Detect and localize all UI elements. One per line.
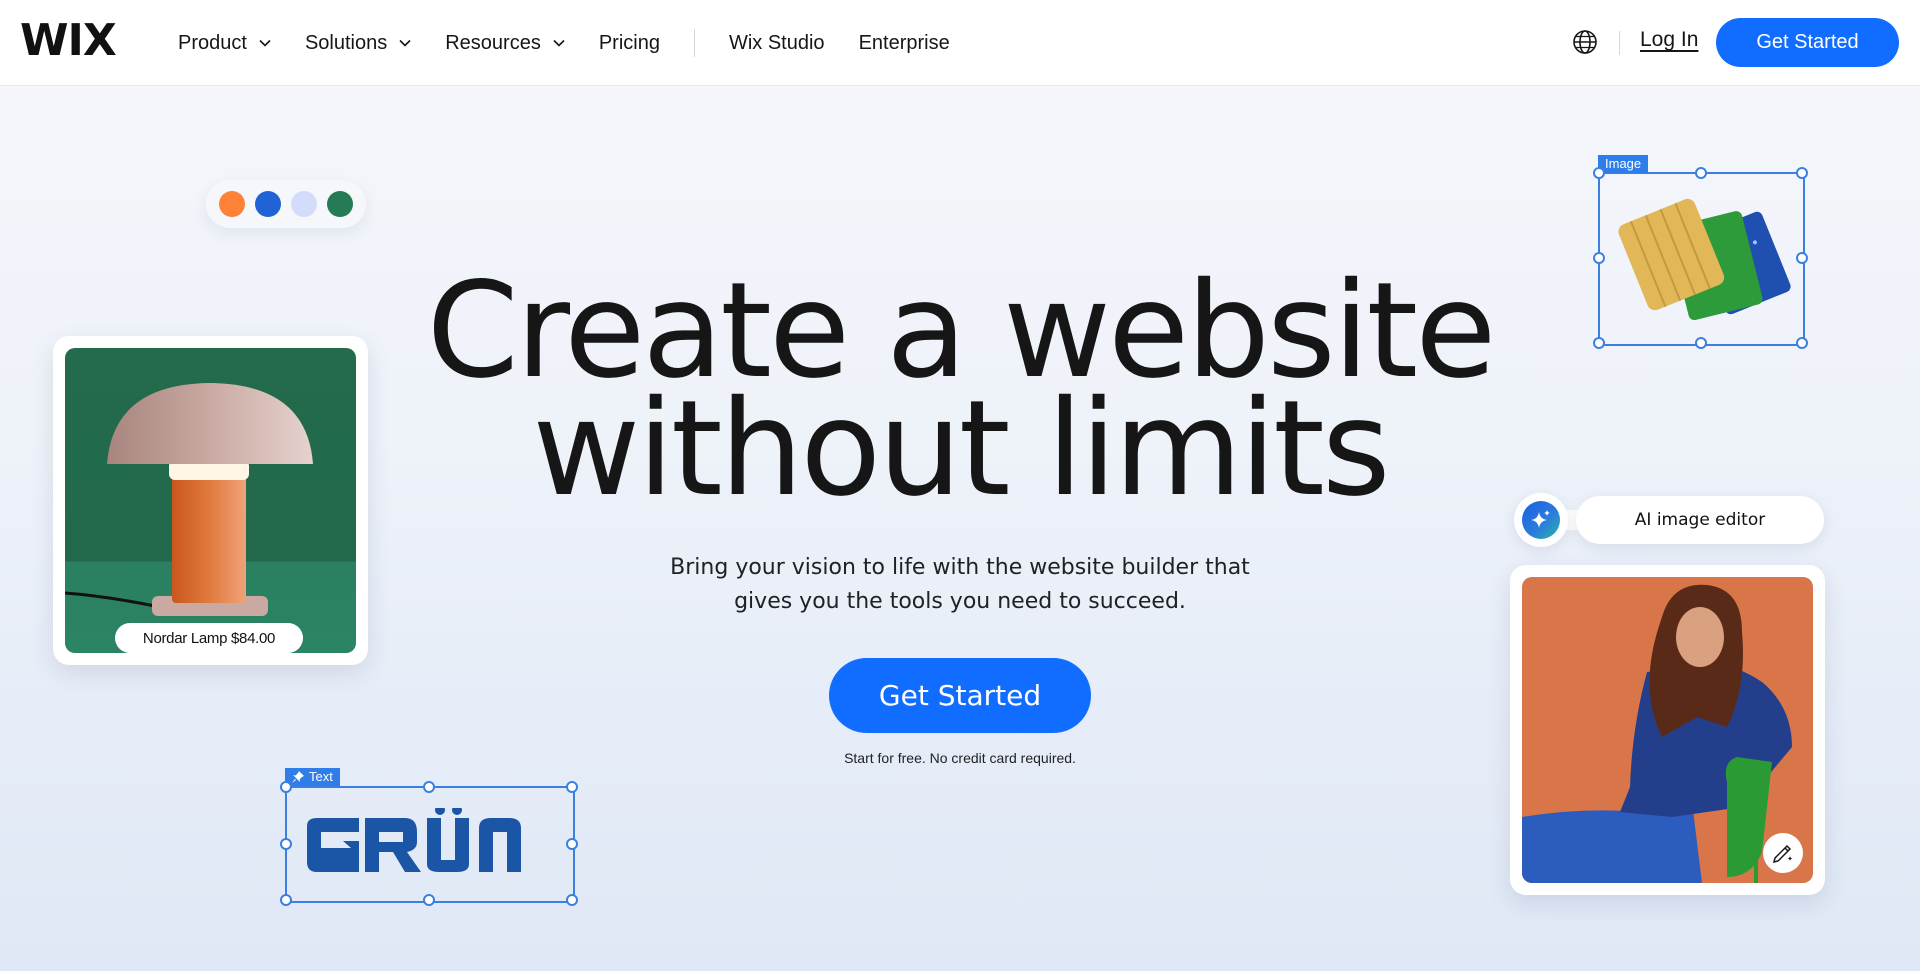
chevron-down-icon: [399, 39, 411, 47]
nav-product-label: Product: [178, 31, 247, 54]
resize-handle-top[interactable]: [423, 781, 435, 793]
color-swatch-light-blue[interactable]: [291, 191, 317, 217]
ai-icon-bubble[interactable]: [1514, 493, 1568, 547]
login-link[interactable]: Log In: [1640, 28, 1698, 52]
chevron-down-icon: [259, 39, 271, 47]
nav-pricing-label: Pricing: [598, 31, 660, 54]
get-started-header-button[interactable]: Get Started: [1716, 18, 1899, 67]
nav-enterprise[interactable]: Enterprise: [859, 32, 950, 55]
nav-solutions-label: Solutions: [304, 31, 388, 54]
resize-handle-bottom[interactable]: [1694, 337, 1707, 349]
resize-handle-top-left[interactable]: [1593, 167, 1605, 179]
color-palette: [206, 180, 366, 228]
resize-handle-bottom-left[interactable]: [280, 894, 292, 906]
globe-icon[interactable]: [1572, 29, 1598, 55]
product-swatches-image: [1618, 198, 1791, 321]
hero-subtitle-line-1: Bring your vision to life with the websi…: [670, 555, 1250, 580]
resize-handle-top-right[interactable]: [1796, 167, 1808, 179]
resize-handle-bottom[interactable]: [423, 894, 435, 906]
hero-subtitle: Bring your vision to life with the websi…: [560, 551, 1360, 619]
resize-handle-right[interactable]: [1796, 252, 1808, 264]
resize-handle-top[interactable]: [1694, 167, 1707, 179]
image-element-selection[interactable]: Image: [1593, 155, 1808, 349]
nav-resources-label: Resources: [445, 31, 541, 54]
nav-wix-studio-label: Wix Studio: [728, 31, 825, 54]
resize-handle-bottom-right[interactable]: [566, 894, 578, 906]
nav-solutions[interactable]: Solutions: [305, 32, 411, 55]
resize-handle-left[interactable]: [280, 837, 292, 850]
ai-image-editor-label[interactable]: AI image editor: [1576, 496, 1824, 544]
hero-note: Start for free. No credit card required.: [844, 750, 1076, 766]
gruen-logo-text: GRÜN: [307, 808, 521, 872]
resize-handle-top-left[interactable]: [280, 781, 292, 793]
text-element-tag-label: Text: [309, 769, 333, 784]
resize-handle-left[interactable]: [1593, 252, 1605, 264]
text-element-selection[interactable]: Text GRÜN: [280, 768, 578, 906]
color-swatch-green[interactable]: [327, 191, 353, 217]
resize-handle-bottom-left[interactable]: [1593, 337, 1605, 349]
image-element-tag-label: Image: [1605, 156, 1642, 171]
lamp-image: Nordar Lamp $84.00: [65, 348, 356, 653]
color-swatch-orange[interactable]: [219, 191, 245, 217]
hero-subtitle-line-2: gives you the tools you need to succeed.: [734, 589, 1186, 614]
header-divider: [1619, 31, 1620, 55]
resize-handle-right[interactable]: [566, 837, 578, 850]
color-swatch-blue[interactable]: [255, 191, 281, 217]
product-price-tag: Nordar Lamp $84.00: [115, 623, 303, 653]
product-card[interactable]: Nordar Lamp $84.00: [53, 336, 368, 665]
text-element-tag: Text: [285, 768, 340, 786]
nav-pricing[interactable]: Pricing: [599, 32, 660, 55]
main-nav: Product Solutions Resources Pricing Wix …: [178, 0, 984, 86]
nav-resources[interactable]: Resources: [445, 32, 565, 55]
nav-divider: [693, 29, 695, 57]
image-element-tag: Image: [1598, 155, 1649, 173]
model-photo: [1522, 577, 1813, 883]
ai-edited-image-card[interactable]: [1510, 565, 1825, 895]
chevron-down-icon: [553, 39, 565, 47]
ai-image-editor-widget: AI image editor: [1514, 493, 1824, 547]
resize-handle-top-right[interactable]: [566, 781, 578, 793]
nav-wix-studio[interactable]: Wix Studio: [729, 32, 825, 55]
top-navigation-bar: WIX Product Solutions Resources Pricing …: [0, 0, 1920, 86]
nav-product[interactable]: Product: [178, 32, 271, 55]
sparkle-icon: [1522, 501, 1560, 539]
ai-edit-button[interactable]: [1763, 833, 1803, 873]
pin-icon: [292, 771, 304, 783]
resize-handle-bottom-right[interactable]: [1796, 337, 1808, 349]
lamp-illustration: [65, 383, 313, 616]
magic-pencil-icon: [1772, 844, 1793, 864]
nav-enterprise-label: Enterprise: [858, 31, 950, 54]
wix-logo[interactable]: WIX: [20, 19, 117, 63]
get-started-hero-button[interactable]: Get Started: [829, 658, 1091, 733]
